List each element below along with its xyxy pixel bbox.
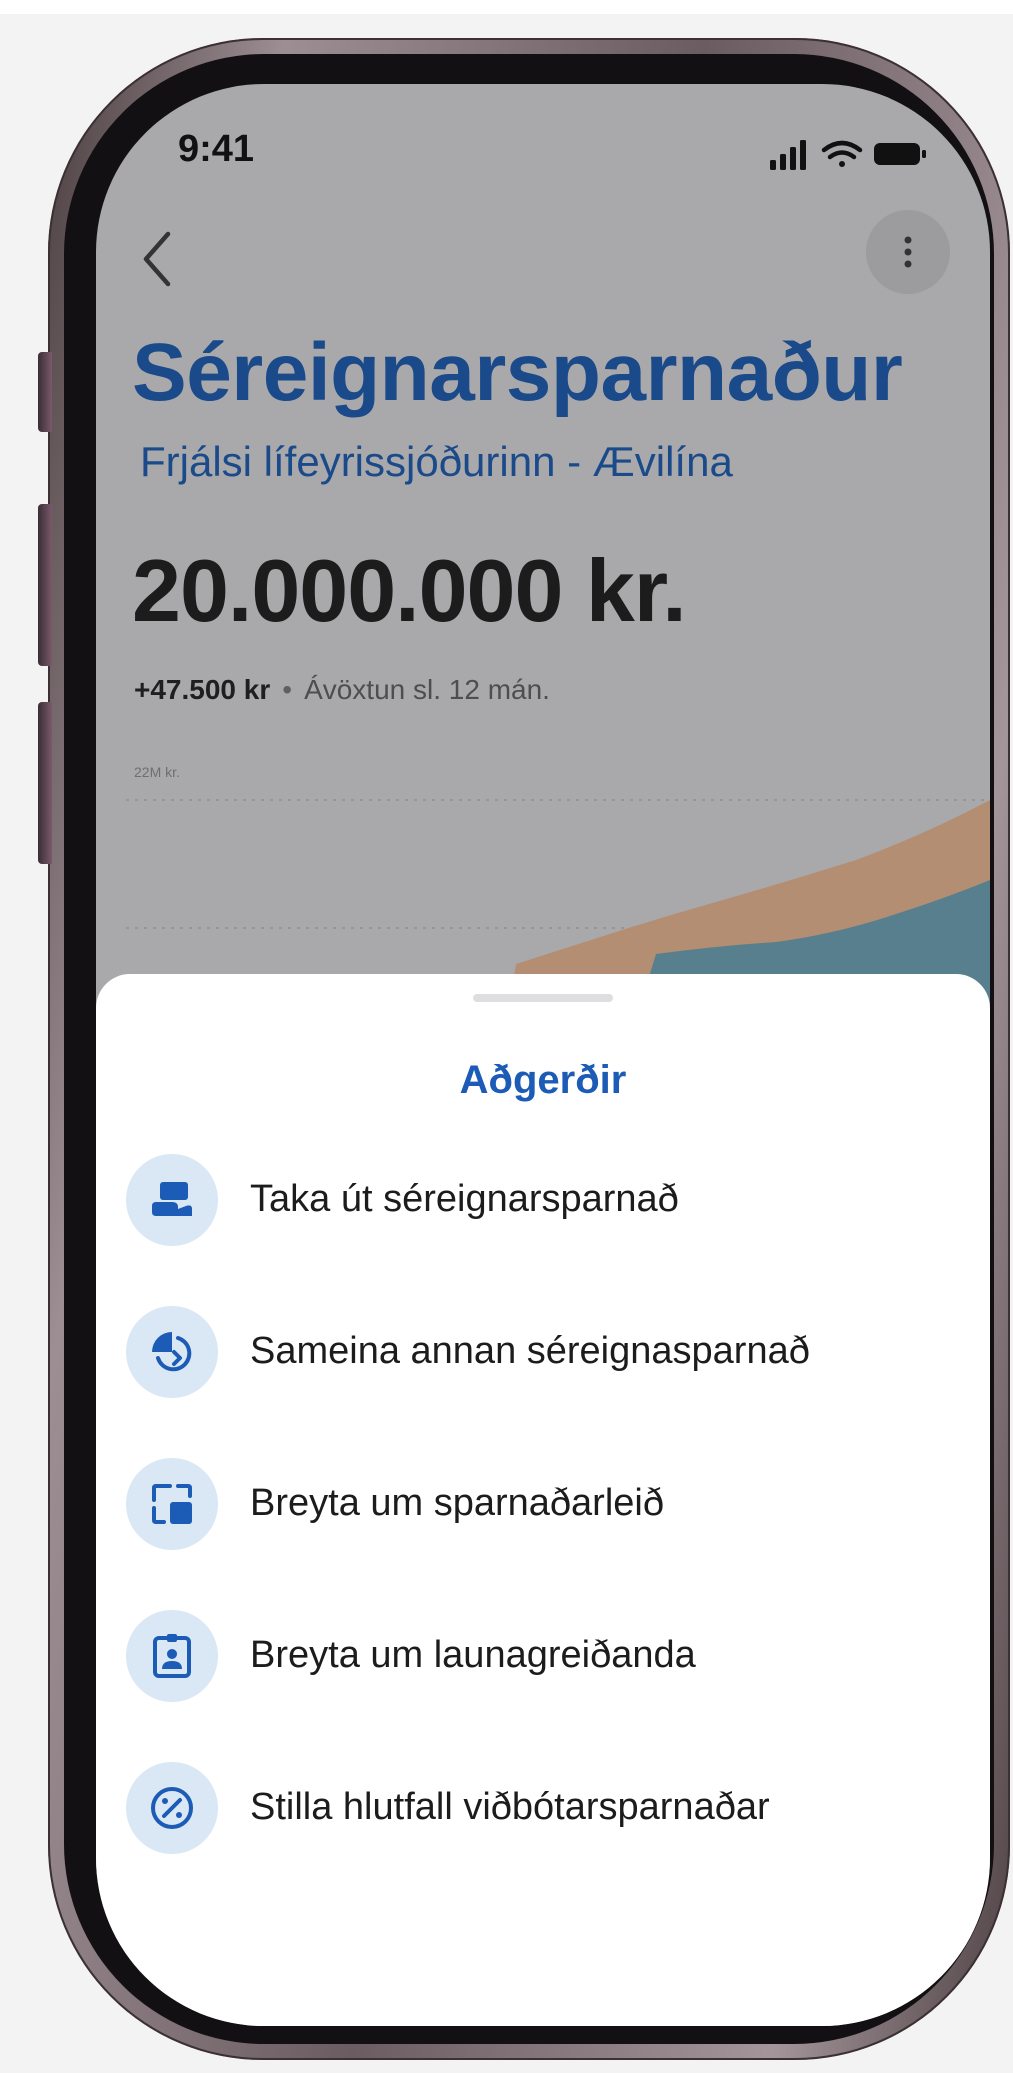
merge-icon bbox=[126, 1306, 218, 1398]
action-switch-plan[interactable]: Breyta um sparnaðarleið bbox=[126, 1448, 956, 1558]
action-label: Taka út séreignarsparnað bbox=[250, 1178, 679, 1220]
switch-plan-icon bbox=[126, 1458, 218, 1550]
action-label: Breyta um launagreiðanda bbox=[250, 1634, 696, 1676]
employer-badge-icon bbox=[126, 1610, 218, 1702]
canvas: 9:41 Séreignarsparnaður Frjálsi lífeyris… bbox=[0, 0, 1013, 2073]
balance-amount: 20.000.000 kr. bbox=[132, 541, 687, 640]
status-time: 9:41 bbox=[178, 128, 255, 170]
signal-icon bbox=[770, 140, 806, 170]
actions-sheet: Aðgerðir Taka út séreignarsparnað Samein… bbox=[96, 974, 990, 2026]
fund-subtitle: Frjálsi lífeyrissjóðurinn - Ævilína bbox=[140, 438, 733, 485]
separator-dot: • bbox=[282, 674, 293, 705]
battery-icon bbox=[874, 143, 926, 165]
status-icons bbox=[770, 140, 926, 170]
sheet-title: Aðgerðir bbox=[459, 1058, 627, 1102]
wifi-icon bbox=[821, 140, 863, 167]
action-label: Stilla hlutfall viðbótarsparnaðar bbox=[250, 1786, 770, 1828]
return-summary: +47.500 kr • Ávöxtun sl. 12 mán. bbox=[134, 674, 550, 706]
action-set-percentage[interactable]: Stilla hlutfall viðbótarsparnaðar bbox=[126, 1752, 956, 1862]
action-label: Sameina annan séreignasparnað bbox=[250, 1330, 810, 1372]
return-label: Ávöxtun sl. 12 mán. bbox=[304, 674, 550, 705]
back-icon[interactable] bbox=[128, 224, 188, 294]
phone-mute-switch bbox=[38, 352, 52, 432]
more-options-button[interactable] bbox=[866, 210, 950, 294]
sheet-grabber[interactable] bbox=[473, 994, 613, 1002]
action-merge[interactable]: Sameina annan séreignasparnað bbox=[126, 1296, 956, 1406]
withdraw-icon bbox=[126, 1154, 218, 1246]
phone-screen: 9:41 Séreignarsparnaður Frjálsi lífeyris… bbox=[96, 84, 990, 2026]
more-vertical-icon bbox=[904, 236, 912, 268]
action-change-employer[interactable]: Breyta um launagreiðanda bbox=[126, 1600, 956, 1710]
return-amount: +47.500 kr bbox=[134, 674, 271, 705]
page-title: Séreignarsparnaður bbox=[132, 327, 903, 418]
phone-volume-down-button bbox=[38, 702, 52, 864]
action-withdraw[interactable]: Taka út séreignarsparnað bbox=[126, 1144, 956, 1254]
action-label: Breyta um sparnaðarleið bbox=[250, 1482, 664, 1524]
percentage-icon bbox=[126, 1762, 218, 1854]
phone-volume-up-button bbox=[38, 504, 52, 666]
